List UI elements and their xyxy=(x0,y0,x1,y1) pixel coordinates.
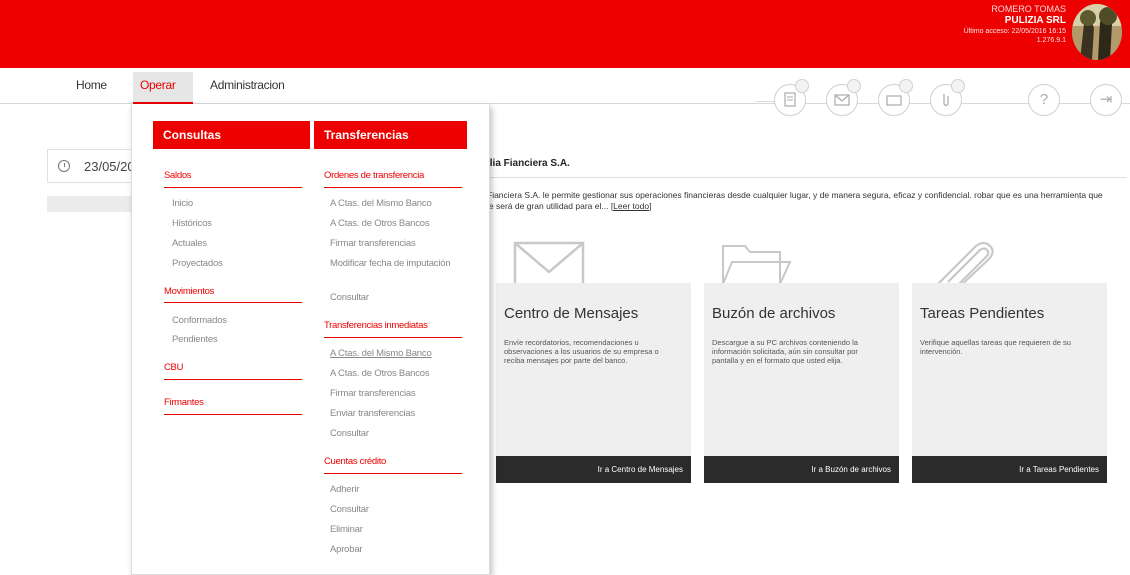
menu-item-firmar[interactable]: Firmar transferencias xyxy=(330,388,416,400)
welcome-title: ilia Fianciera S.A. xyxy=(487,158,570,169)
nav-administracion[interactable]: Administracion xyxy=(210,78,285,92)
card-title: Tareas Pendientes xyxy=(920,305,1045,322)
user-id: 1.276.9.1 xyxy=(1036,36,1066,44)
attachment-icon[interactable] xyxy=(930,79,965,116)
menu-item-inicio[interactable]: Inicio xyxy=(172,198,193,210)
divider xyxy=(324,473,462,474)
notification-badge xyxy=(795,79,809,93)
notification-badge xyxy=(847,79,861,93)
card-description: Envíe recordatorios, recomendaciones u o… xyxy=(504,338,659,365)
notification-badge xyxy=(951,79,965,93)
envelope-icon xyxy=(513,241,585,288)
card-buzon-archivos: Buzón de archivos Descargue a su PC arch… xyxy=(704,283,899,483)
card-tareas-pendientes: Tareas Pendientes Verifique aquellas tar… xyxy=(912,283,1107,483)
menu-item-eliminar[interactable]: Eliminar xyxy=(330,524,363,536)
notification-badge xyxy=(899,79,913,93)
date-panel: 23/05/20 xyxy=(47,149,137,183)
card-title: Centro de Mensajes xyxy=(504,305,639,322)
menu-item-adherir[interactable]: Adherir xyxy=(330,484,359,496)
menu-category-saldos[interactable]: Saldos xyxy=(164,170,192,181)
menu-item-consultar[interactable]: Consultar xyxy=(330,428,369,440)
folder-icon[interactable] xyxy=(878,79,913,116)
nav-operar[interactable]: Operar xyxy=(133,72,193,104)
mail-icon[interactable] xyxy=(826,79,861,116)
menu-item-mismo-banco[interactable]: A Ctas. del Mismo Banco xyxy=(330,348,432,360)
menu-header-transferencias: Transferencias xyxy=(314,121,467,149)
card-title: Buzón de archivos xyxy=(712,305,836,322)
welcome-body: Fianciera S.A. le permite gestionar sus … xyxy=(487,190,1103,211)
divider xyxy=(324,337,462,338)
menu-item-conformados[interactable]: Conformados xyxy=(172,315,227,327)
user-info: ROMERO TOMAS PULIZIA SRL Último acceso: … xyxy=(964,4,1066,45)
nav-home[interactable]: Home xyxy=(76,78,107,92)
divider xyxy=(164,187,302,188)
menu-item-otros-bancos[interactable]: A Ctas. de Otros Bancos xyxy=(330,368,430,380)
toolbar-line xyxy=(756,101,774,102)
menu-category-inmediatas[interactable]: Transferencias inmediatas xyxy=(324,320,428,331)
top-header: ROMERO TOMAS PULIZIA SRL Último acceso: … xyxy=(0,0,1130,68)
menu-category-firmantes[interactable]: Firmantes xyxy=(164,397,204,408)
menu-item-aprobar[interactable]: Aprobar xyxy=(330,544,363,556)
menu-item-consultar[interactable]: Consultar xyxy=(330,292,369,304)
read-more-link[interactable]: [Leer todo] xyxy=(611,201,652,211)
welcome-text: Fianciera S.A. le permite gestionar sus … xyxy=(487,190,1107,211)
divider xyxy=(164,302,302,303)
document-icon[interactable] xyxy=(774,79,809,116)
card-centro-mensajes: Centro de Mensajes Envíe recordatorios, … xyxy=(496,283,691,483)
help-icon[interactable]: ? xyxy=(1028,84,1060,116)
logout-icon[interactable]: ⇥ xyxy=(1090,84,1122,116)
folder-icon xyxy=(721,245,792,285)
logout-glyph: ⇥ xyxy=(1099,91,1113,108)
menu-item-otros-bancos[interactable]: A Ctas. de Otros Bancos xyxy=(330,218,430,230)
menu-item-enviar[interactable]: Enviar transferencias xyxy=(330,408,415,420)
user-company: PULIZIA SRL xyxy=(1004,15,1066,27)
date-text: 23/05/20 xyxy=(84,159,135,174)
menu-category-ordenes[interactable]: Ordenes de transferencia xyxy=(324,170,424,181)
date-strip xyxy=(47,196,137,212)
menu-item-historicos[interactable]: Históricos xyxy=(172,218,212,230)
paperclip-icon xyxy=(937,241,994,288)
menu-item-modificar-fecha[interactable]: Modificar fecha de imputación xyxy=(330,258,460,270)
menu-category-movimientos[interactable]: Movimientos xyxy=(164,286,214,297)
help-glyph: ? xyxy=(1039,91,1049,108)
user-name: ROMERO TOMAS xyxy=(991,4,1066,14)
avatar[interactable] xyxy=(1072,4,1122,60)
menu-header-consultas: Consultas xyxy=(153,121,310,149)
menu-item-mismo-banco[interactable]: A Ctas. del Mismo Banco xyxy=(330,198,432,210)
last-access: Último acceso: 22/05/2016 16:15 xyxy=(963,27,1066,35)
go-to-tasks-button[interactable]: Ir a Tareas Pendientes xyxy=(912,456,1107,483)
menu-item-consultar[interactable]: Consultar xyxy=(330,504,369,516)
menu-category-cuentas-credito[interactable]: Cuentas crédito xyxy=(324,456,386,467)
go-to-messages-button[interactable]: Ir a Centro de Mensajes xyxy=(496,456,691,483)
menu-item-firmar[interactable]: Firmar transferencias xyxy=(330,238,416,250)
card-description: Verifique aquellas tareas que requieren … xyxy=(920,338,1071,356)
clock-icon xyxy=(58,160,70,172)
menu-item-actuales[interactable]: Actuales xyxy=(172,238,207,250)
divider xyxy=(164,414,302,415)
divider xyxy=(324,187,462,188)
menu-item-pendientes[interactable]: Pendientes xyxy=(172,334,218,346)
card-description: Descargue a su PC archivos conteniendo l… xyxy=(712,338,858,365)
operar-dropdown-menu: Consultas Transferencias Saldos Inicio H… xyxy=(131,104,490,575)
divider xyxy=(164,379,302,380)
menu-item-proyectados[interactable]: Proyectados xyxy=(172,258,223,270)
divider xyxy=(487,177,1127,178)
go-to-files-button[interactable]: Ir a Buzón de archivos xyxy=(704,456,899,483)
menu-category-cbu[interactable]: CBU xyxy=(164,362,183,373)
